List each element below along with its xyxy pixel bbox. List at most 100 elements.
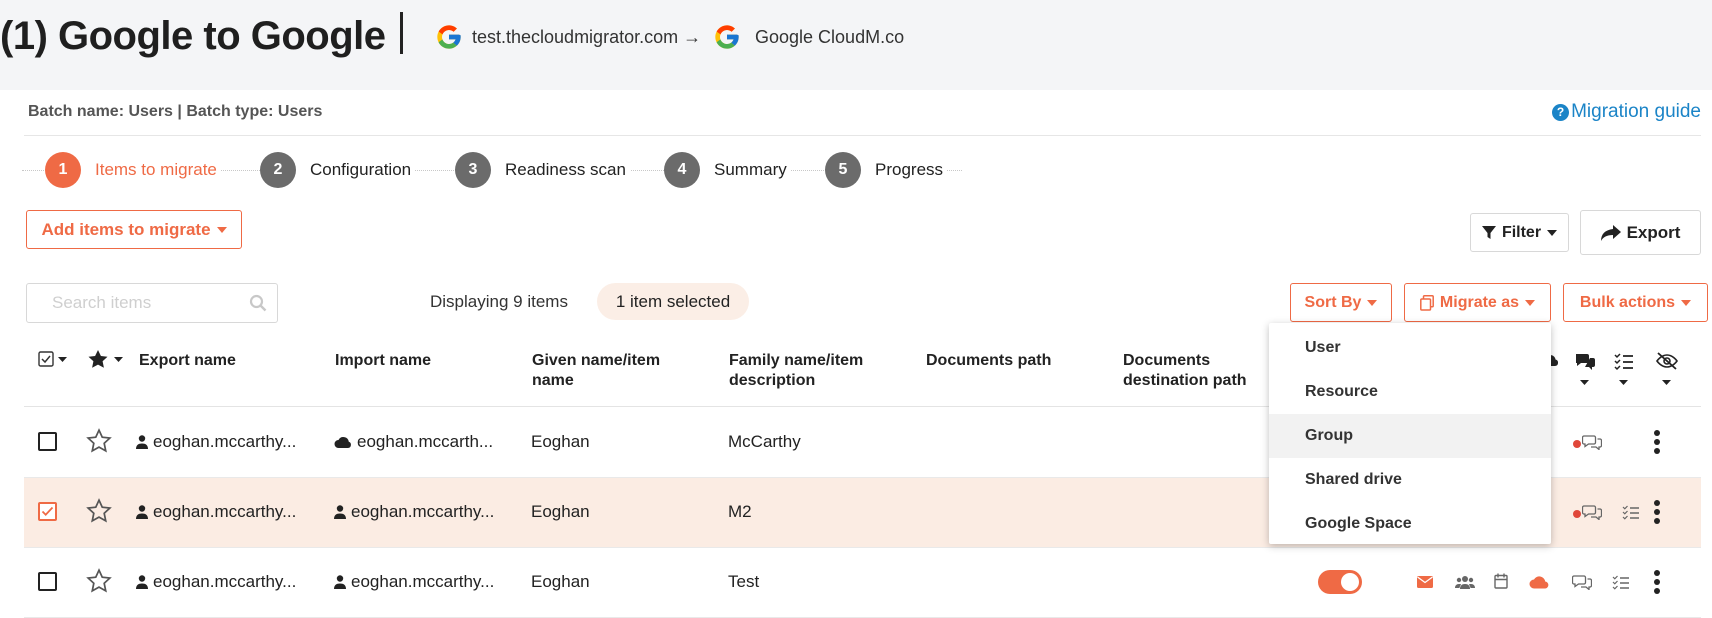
col-family-name[interactable]: Family name/item description: [729, 351, 863, 391]
filter-button[interactable]: Filter: [1470, 213, 1569, 252]
step-summary[interactable]: 4 Summary: [664, 152, 791, 188]
migrate-toggle[interactable]: [1318, 570, 1362, 594]
google-logo-icon: [715, 25, 739, 49]
export-name: eoghan.mccarthy...: [153, 572, 297, 591]
step-label: Summary: [714, 160, 787, 179]
migration-guide-label: Migration guide: [1571, 101, 1701, 122]
contacts-icon[interactable]: [1455, 575, 1475, 589]
step-progress[interactable]: 5 Progress: [825, 152, 948, 188]
cloud-icon: [334, 437, 351, 448]
user-icon: [334, 575, 346, 589]
filter-icon: [1481, 225, 1496, 239]
mail-icon[interactable]: [1417, 576, 1433, 588]
step-label: Items to migrate: [95, 160, 217, 179]
eye-slash-column-icon[interactable]: [1655, 352, 1679, 386]
given-name-cell: Eoghan: [531, 502, 590, 521]
chat-icon[interactable]: [1572, 574, 1592, 590]
step-items-to-migrate[interactable]: 1 Items to migrate: [45, 152, 221, 188]
row-checkbox[interactable]: [38, 432, 57, 451]
row-menu-icon[interactable]: [1654, 570, 1660, 597]
star-icon[interactable]: [86, 568, 112, 594]
import-name-cell: eoghan.mccarthy...: [334, 502, 494, 522]
col-given-name[interactable]: Given name/item name: [532, 351, 660, 391]
chat-column-icon[interactable]: [1574, 352, 1596, 386]
favorite-filter-star-icon[interactable]: [88, 349, 126, 369]
star-icon[interactable]: [86, 498, 112, 524]
col-documents-path[interactable]: Documents path: [926, 351, 1051, 371]
google-logo-icon: [437, 25, 461, 49]
search-icon[interactable]: [249, 294, 267, 312]
step-readiness-scan[interactable]: 3 Readiness scan: [455, 152, 630, 188]
migrate-as-button[interactable]: Migrate as: [1404, 283, 1551, 322]
search-box: [26, 283, 278, 323]
col-family-name-line1: Family name/item: [729, 352, 864, 369]
row-menu-icon[interactable]: [1654, 500, 1660, 527]
calendar-icon[interactable]: [1494, 573, 1508, 589]
menu-item-google-space[interactable]: Google Space: [1269, 502, 1551, 546]
title-separator: [400, 12, 403, 54]
tasks-column-icon[interactable]: [1614, 352, 1634, 386]
user-icon: [136, 575, 148, 589]
caret-down-icon: [1681, 299, 1692, 306]
page-title: (1) Google to Google: [0, 14, 386, 58]
col-documents-destination-path[interactable]: Documents destination path: [1123, 351, 1247, 391]
given-name-cell: Eoghan: [531, 572, 590, 591]
migrate-as-label: Migrate as: [1439, 293, 1520, 311]
export-name: eoghan.mccarthy...: [153, 502, 297, 521]
sort-by-button[interactable]: Sort By: [1290, 283, 1392, 322]
migration-guide-link[interactable]: ? Migration guide: [1552, 101, 1701, 123]
caret-down-icon: [1547, 229, 1558, 236]
row-menu-icon[interactable]: [1654, 430, 1660, 457]
step-number: 3: [455, 152, 491, 188]
tasks-icon[interactable]: [1612, 574, 1630, 590]
tasks-icon[interactable]: [1622, 504, 1640, 520]
bulk-actions-button[interactable]: Bulk actions: [1563, 283, 1708, 322]
chat-icon[interactable]: [1582, 504, 1602, 520]
row-checkbox[interactable]: [38, 572, 57, 591]
displaying-count: Displaying 9 items: [430, 292, 568, 311]
menu-item-group[interactable]: Group: [1269, 414, 1551, 458]
cloud-status-icon: [1573, 440, 1581, 448]
star-icon[interactable]: [86, 428, 112, 454]
row-checkbox[interactable]: [38, 502, 57, 521]
export-name-cell: eoghan.mccarthy...: [136, 502, 296, 522]
import-name-cell: eoghan.mccarthy...: [334, 572, 494, 592]
select-all-checkbox[interactable]: [38, 351, 70, 367]
table-row[interactable]: eoghan.mccarthy... eoghan.mccarthy... Eo…: [24, 548, 1701, 618]
family-name-cell: M2: [728, 502, 752, 521]
export-button[interactable]: Export: [1580, 210, 1701, 255]
caret-down-icon: [1367, 299, 1378, 306]
drive-cloud-icon[interactable]: [1529, 575, 1549, 589]
step-label: Progress: [875, 160, 944, 179]
step-configuration[interactable]: 2 Configuration: [260, 152, 416, 188]
col-given-name-line1: Given name/item: [532, 352, 661, 369]
selection-badge: 1 item selected: [597, 283, 749, 320]
caret-down-icon: [1525, 299, 1536, 306]
user-icon: [334, 505, 346, 519]
copy-icon: [1419, 294, 1434, 311]
stepper: 1 Items to migrate 2 Configuration 3 Rea…: [22, 152, 962, 188]
export-name-cell: eoghan.mccarthy...: [136, 572, 296, 592]
share-icon: [1600, 224, 1621, 241]
source-domain: test.thecloudmigrator.com →: [472, 27, 702, 47]
divider: [24, 135, 1701, 136]
col-export-name[interactable]: Export name: [139, 351, 236, 371]
col-family-name-line2: description: [729, 372, 816, 389]
filter-label: Filter: [1501, 223, 1542, 241]
menu-item-resource[interactable]: Resource: [1269, 370, 1551, 414]
step-label: Configuration: [310, 160, 412, 179]
menu-item-user[interactable]: User: [1269, 326, 1551, 370]
import-name-cell: eoghan.mccarth...: [334, 432, 493, 452]
import-name: eoghan.mccarth...: [357, 432, 494, 451]
given-name-cell: Eoghan: [531, 432, 590, 451]
step-number: 5: [825, 152, 861, 188]
menu-item-shared-drive[interactable]: Shared drive: [1269, 458, 1551, 502]
col-import-name[interactable]: Import name: [335, 351, 431, 371]
import-name: eoghan.mccarthy...: [351, 502, 495, 521]
search-input[interactable]: [52, 292, 242, 314]
col-given-name-line2: name: [532, 372, 574, 389]
chat-icon[interactable]: [1582, 434, 1602, 450]
add-items-button[interactable]: Add items to migrate: [26, 210, 242, 249]
sort-by-label: Sort By: [1304, 293, 1362, 311]
export-name: eoghan.mccarthy...: [153, 432, 297, 451]
